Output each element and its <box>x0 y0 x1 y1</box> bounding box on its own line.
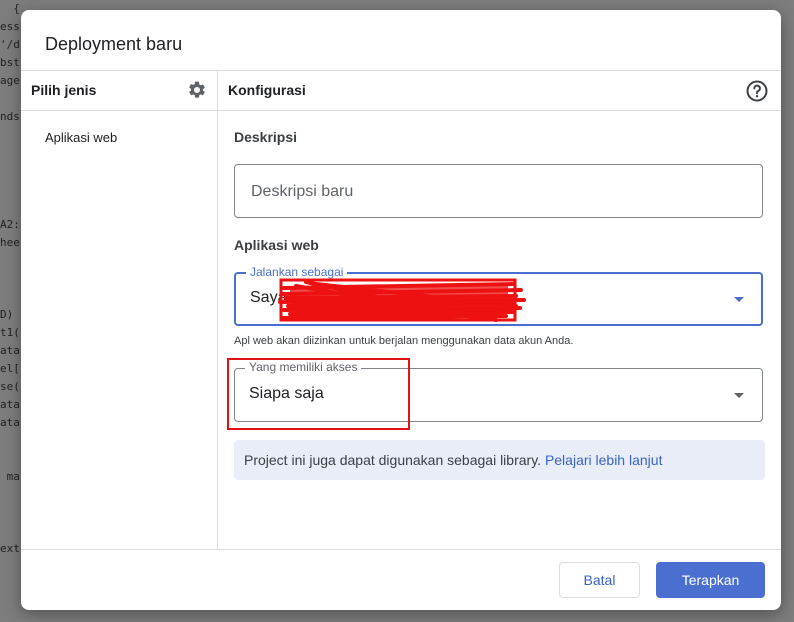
execute-as-helper-text: Apl web akan diizinkan untuk berjalan me… <box>234 335 574 347</box>
code-line: { <box>0 2 20 15</box>
code-line: bst <box>0 56 20 69</box>
learn-more-link[interactable]: Pelajari lebih lanjut <box>545 452 663 468</box>
code-line: ext <box>0 542 20 555</box>
chevron-down-icon <box>734 297 744 302</box>
code-line: ma <box>0 470 20 483</box>
description-field[interactable] <box>234 164 763 219</box>
code-line: D) <box>0 308 14 321</box>
code-line: hee <box>0 236 20 249</box>
footer-divider <box>21 549 781 550</box>
code-line: nds <box>0 110 20 123</box>
redaction-scribble <box>278 278 526 322</box>
webapp-section-title: Aplikasi web <box>234 237 319 253</box>
code-line: el[ <box>0 362 20 375</box>
chevron-down-icon <box>734 393 744 398</box>
code-line: ess <box>0 20 20 33</box>
header-divider <box>21 110 781 111</box>
code-line: '/d <box>0 38 20 51</box>
gear-icon[interactable] <box>187 80 207 100</box>
deployment-dialog: Deployment baru Pilih jenis Aplikasi web… <box>21 10 781 610</box>
dialog-title: Deployment baru <box>45 34 183 54</box>
code-line: ata <box>0 344 20 357</box>
apply-button[interactable]: Terapkan <box>656 562 765 598</box>
help-circle-icon[interactable] <box>745 79 769 103</box>
code-line: age <box>0 74 20 87</box>
code-line: A2: <box>0 218 20 231</box>
type-item-webapp[interactable]: Aplikasi web <box>45 130 117 145</box>
library-info-banner: Project ini juga dapat digunakan sebagai… <box>234 440 765 480</box>
right-panel-header: Konfigurasi <box>228 82 306 98</box>
description-section-title: Deskripsi <box>234 129 298 145</box>
description-input[interactable] <box>249 165 733 219</box>
cancel-button[interactable]: Batal <box>559 562 640 598</box>
code-line: ata <box>0 398 20 411</box>
info-text: Project ini juga dapat digunakan sebagai… <box>244 452 542 468</box>
left-panel-header: Pilih jenis <box>31 82 97 98</box>
annotation-highlight-box <box>227 358 410 430</box>
code-line: t1( <box>0 326 20 339</box>
code-line: ata <box>0 416 20 429</box>
info-text-line: Project ini juga dapat digunakan sebagai… <box>244 452 662 468</box>
code-line: se( <box>0 380 20 393</box>
title-divider <box>21 70 781 71</box>
panel-divider <box>217 71 218 549</box>
